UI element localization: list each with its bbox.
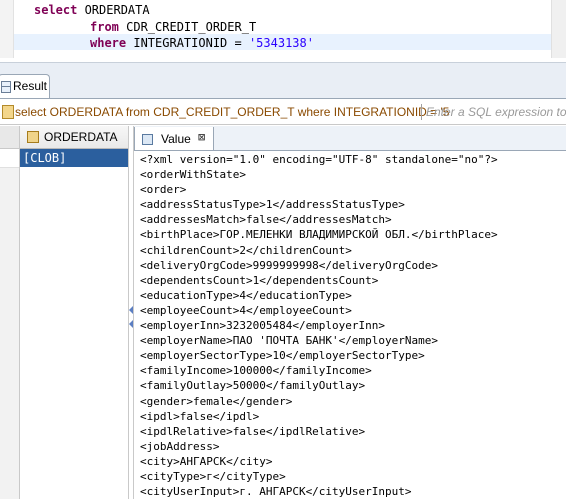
sql-keyword: from [90, 20, 119, 34]
sql-keyword: select [34, 3, 78, 17]
row-number-column [0, 126, 20, 499]
value-text-line: <ipdlRelative>false</ipdlRelative> [140, 424, 366, 438]
results-tab-bar: Result [0, 62, 566, 99]
value-text-line: <childrenCount>2</childrenCount> [140, 243, 352, 257]
divider [421, 104, 422, 120]
grid-cell-selected[interactable]: [CLOB] [20, 149, 128, 167]
value-text-line: <deliveryOrgCode>9999999998</deliveryOrg… [140, 258, 439, 272]
tab-result-label: Result [13, 79, 48, 93]
value-text-line: <cityUserInput>г. АНГАРСК</cityUserInput… [140, 485, 412, 499]
executed-query-text: select ORDERDATA from CDR_CREDIT_ORDER_T… [15, 105, 450, 119]
value-text-line: <gender>female</gender> [140, 394, 293, 408]
value-text-line: <familyOutlay>50000</familyOutlay> [140, 379, 366, 393]
sql-text: INTEGRATIONID = [126, 36, 249, 50]
value-text-line: <employeeCount>4</employeeCount> [140, 303, 352, 317]
row-number-1[interactable] [0, 149, 19, 168]
value-text-line: <familyIncome>100000</familyIncome> [140, 364, 372, 378]
sql-script-icon [2, 105, 14, 119]
value-text-line: <orderWithState> [140, 168, 246, 182]
value-text-line: <jobAddress> [140, 439, 220, 453]
tab-result[interactable]: Result [0, 74, 50, 98]
close-icon[interactable]: ⊠ [198, 130, 205, 144]
value-text-line: <birthPlace>ГОР.МЕЛЕНКИ ВЛАДИМИРСКОЙ ОБЛ… [140, 228, 498, 242]
value-text-viewer[interactable]: <?xml version="1.0" encoding="UTF-8" sta… [140, 152, 565, 499]
value-text-line: <order> [140, 183, 187, 197]
sql-text: CDR_CREDIT_ORDER_T [118, 20, 257, 34]
column-header-orderdata[interactable]: ORDERDATA [20, 126, 128, 149]
value-text-line: <cityType>г</cityType> [140, 469, 286, 483]
value-text-line: <employerName>ПАО 'ПОЧТА БАНК'</employer… [140, 334, 439, 348]
sql-line-1[interactable]: select ORDERDATA [34, 2, 150, 18]
grid-corner[interactable] [0, 126, 19, 149]
value-panel: Value ⊠ <?xml version="1.0" encoding="UT… [133, 126, 566, 499]
value-text-line: <?xml version="1.0" encoding="UTF-8" sta… [140, 153, 498, 166]
filter-expression-input[interactable]: Enter a SQL expression to f [426, 105, 566, 119]
value-text-line: <addressStatusType>1</addressStatusType> [140, 198, 405, 212]
editor-gutter [0, 0, 14, 58]
value-text-line: <educationType>4</educationType> [140, 288, 352, 302]
column-type-icon [27, 131, 39, 143]
sql-keyword: where [90, 36, 127, 50]
value-text-line: <dependentsCount>1</dependentsCount> [140, 273, 379, 287]
value-text-line: <addressesMatch>false</addressesMatch> [140, 213, 392, 227]
value-text-line: <employerSectorType>10</employerSectorTy… [140, 349, 425, 363]
tab-value[interactable]: Value ⊠ [134, 127, 214, 150]
sql-string-literal: '5343138' [248, 36, 314, 50]
value-text-line: <employerInn>3232005484</employerInn> [140, 319, 386, 333]
value-panel-tabs: Value ⊠ [134, 126, 566, 151]
editor-scrollbar[interactable] [551, 0, 566, 58]
query-filter-bar: select ORDERDATA from CDR_CREDIT_ORDER_T… [0, 100, 566, 125]
tab-value-label: Value [161, 132, 191, 146]
sql-editor[interactable]: select ORDERDATA from CDR_CREDIT_ORDER_T… [0, 0, 566, 58]
results-grid: ORDERDATA [CLOB] [20, 126, 129, 499]
sql-line-2[interactable]: from CDR_CREDIT_ORDER_T [90, 19, 256, 35]
sql-line-3[interactable]: where INTEGRATIONID = '5343138' [90, 35, 314, 51]
column-header-label: ORDERDATA [44, 130, 118, 144]
value-text-line: <city>АНГАРСК</city> [140, 454, 273, 468]
value-icon [142, 134, 153, 145]
sql-text: ORDERDATA [77, 3, 150, 17]
cell-value: [CLOB] [23, 151, 67, 165]
result-grid-icon [1, 81, 11, 93]
value-text-line: <ipdl>false</ipdl> [140, 409, 260, 423]
